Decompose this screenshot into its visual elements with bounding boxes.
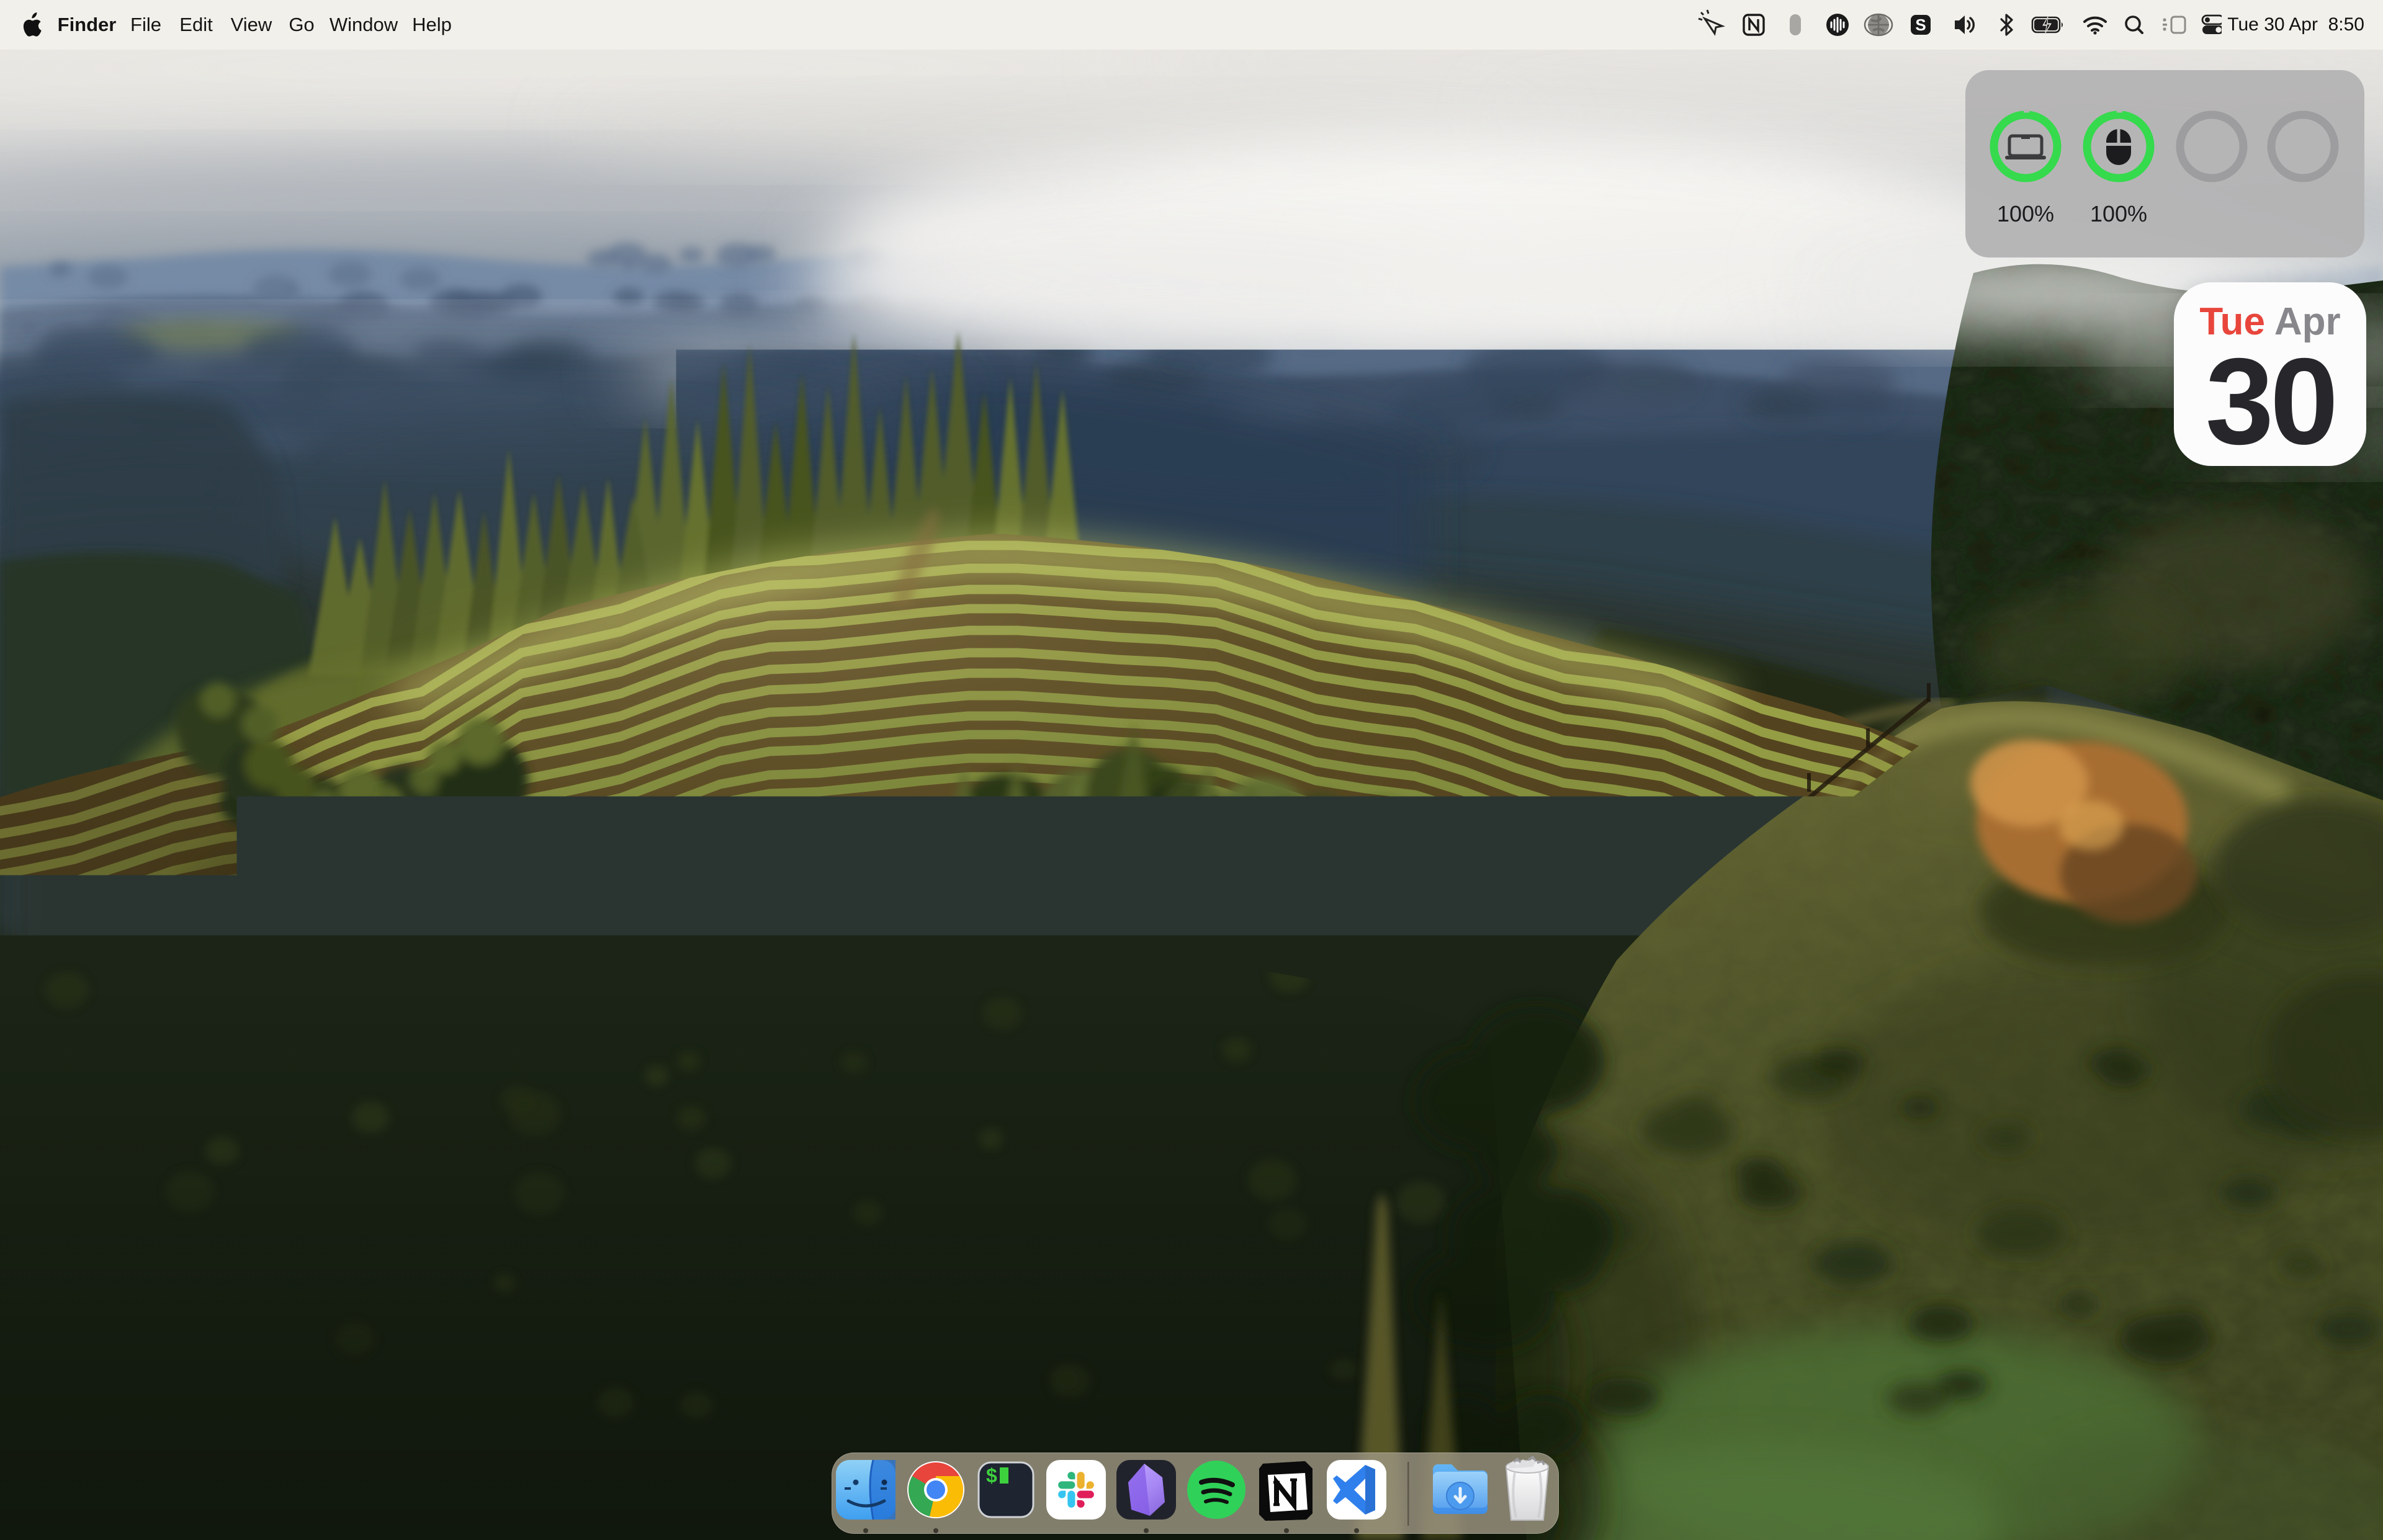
svg-text:$: $ — [986, 1464, 997, 1487]
svg-text:S: S — [1915, 16, 1926, 34]
